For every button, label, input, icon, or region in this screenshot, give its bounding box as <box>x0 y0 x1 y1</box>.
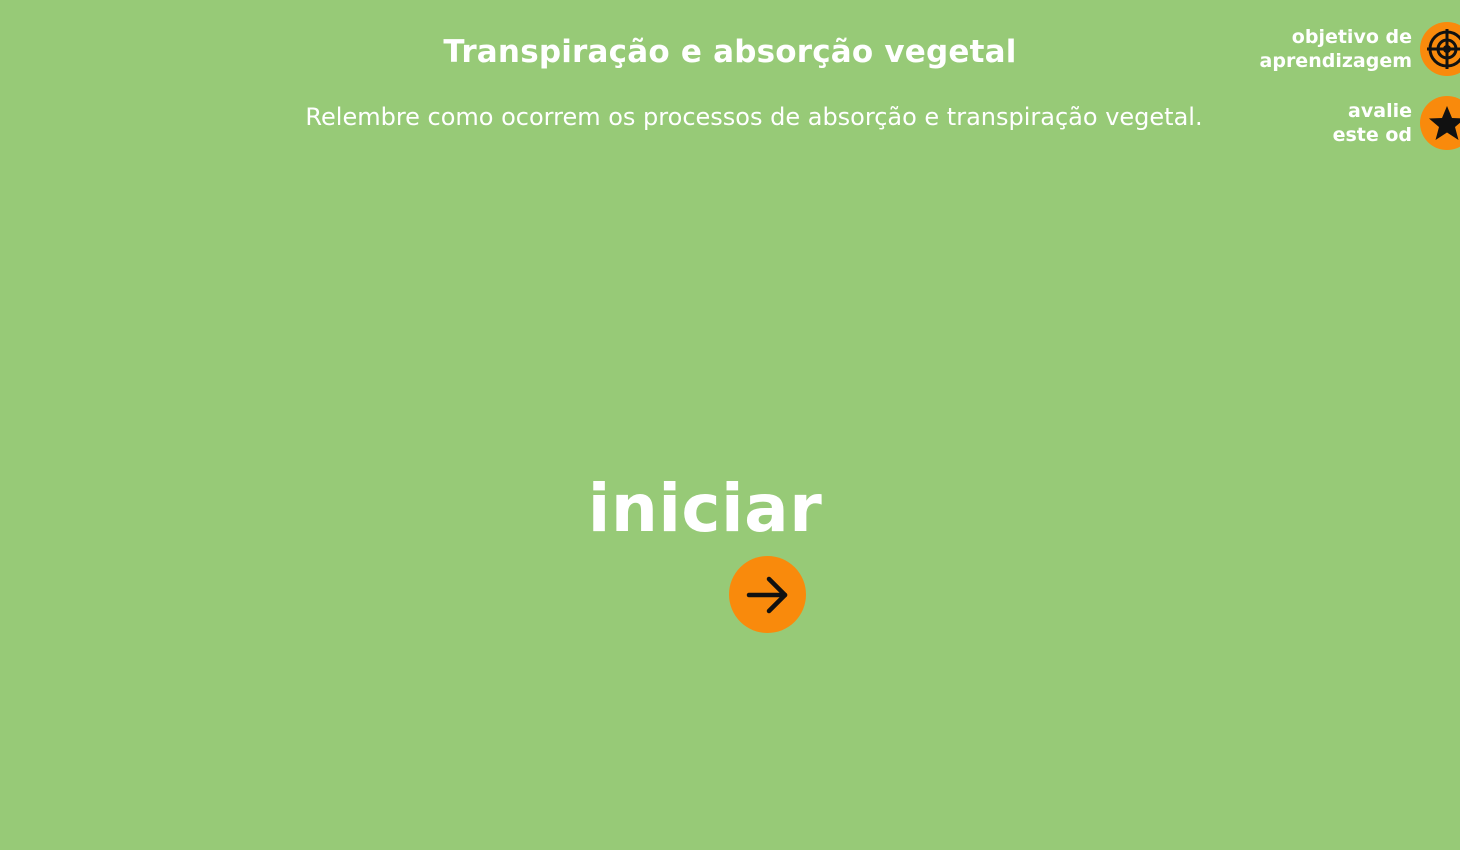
page-subtitle: Relembre como ocorrem os processos de ab… <box>305 103 1203 131</box>
page: Transpiração e absorção vegetal Relembre… <box>0 0 1460 850</box>
start-button[interactable] <box>729 556 806 633</box>
rate-object-label: avalie este od <box>1332 100 1412 146</box>
star-icon[interactable] <box>1420 96 1460 150</box>
start-label: iniciar <box>587 470 823 547</box>
learning-objective-button[interactable]: objetivo de aprendizagem <box>1260 22 1460 76</box>
rate-object-button[interactable]: avalie este od <box>1333 96 1460 150</box>
learning-objective-label: objetivo de aprendizagem <box>1259 26 1412 72</box>
page-title: Transpiração e absorção vegetal <box>443 34 1017 70</box>
arrow-right-icon <box>746 576 787 613</box>
target-icon[interactable] <box>1420 22 1460 76</box>
